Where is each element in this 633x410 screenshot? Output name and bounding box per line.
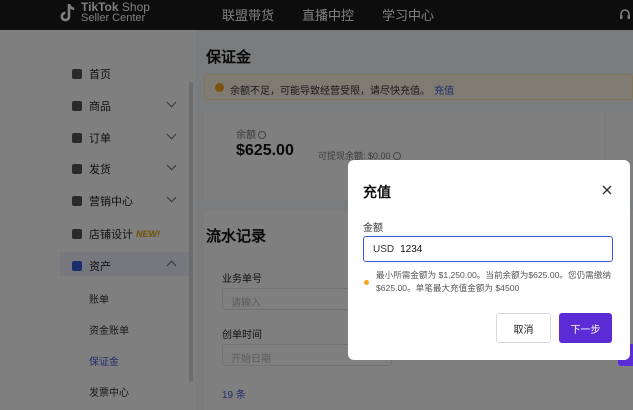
cancel-button[interactable]: 取消	[496, 313, 551, 343]
amount-hint: 最小所需金额为 $1,250.00。当前余额为$625.00。您仍需缴纳 $62…	[376, 270, 611, 293]
modal-title: 充值	[363, 184, 391, 200]
currency-label: USD	[373, 243, 395, 255]
amount-field[interactable]: USD	[363, 236, 613, 262]
amount-input[interactable]	[400, 243, 551, 255]
amount-label: 金额	[363, 223, 383, 234]
close-icon[interactable]	[601, 184, 613, 196]
warning-icon	[364, 280, 369, 285]
next-step-button[interactable]: 下一步	[559, 313, 612, 343]
recharge-modal: 充值 金额 USD 最小所需金额为 $1,250.00。当前余额为$625.00…	[348, 160, 630, 360]
